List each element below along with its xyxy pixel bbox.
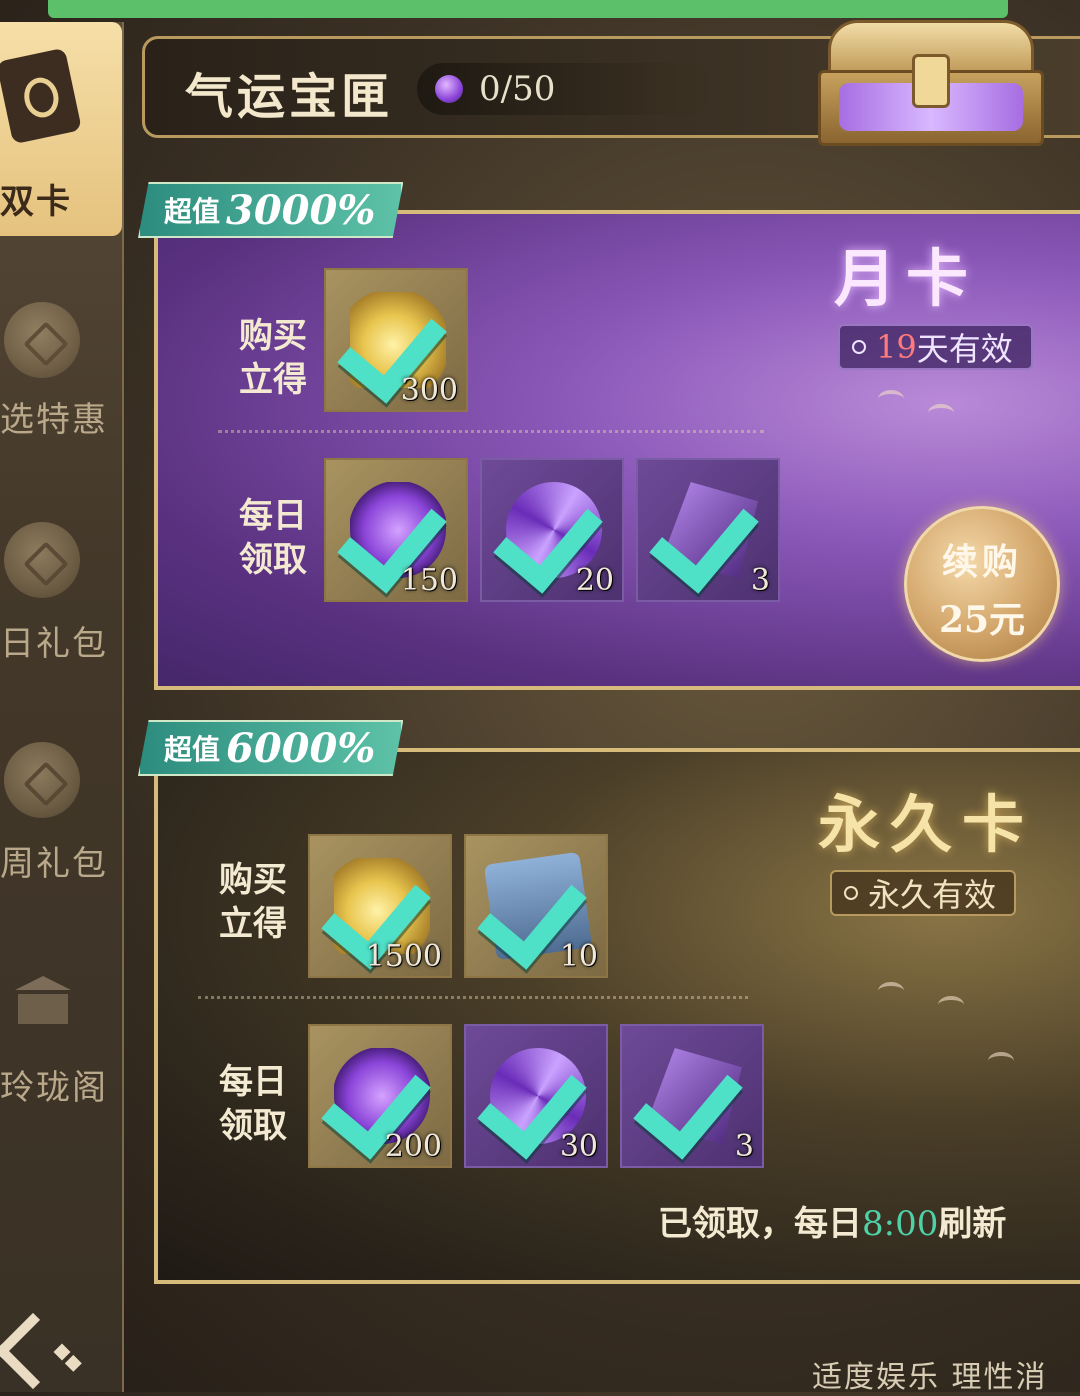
coin-bag-icon — [4, 742, 80, 818]
validity-days: 19 — [876, 328, 917, 366]
card-icon — [0, 47, 82, 145]
permanent-card-panel: 超值 6000% 永久卡 永久有效 购买 立得 1500 10 每日 领取 20… — [138, 720, 1080, 1284]
reward-slot[interactable]: 200 — [308, 1024, 452, 1168]
purple-gem-icon — [435, 75, 463, 103]
value-badge: 超值 3000% — [138, 182, 404, 238]
reward-qty: 150 — [400, 563, 458, 598]
sidebar-item-label: 周礼包 — [0, 844, 108, 884]
sidebar-item-weekly-pack[interactable]: 周礼包 — [0, 712, 122, 912]
divider — [218, 430, 764, 433]
reward-slot[interactable]: 20 — [480, 458, 624, 602]
label-line: 领取 — [219, 1106, 287, 1146]
treasure-chest-icon[interactable] — [818, 14, 1044, 146]
renew-button[interactable]: 续购 25元 — [904, 506, 1060, 662]
reward-qty: 300 — [400, 373, 458, 408]
health-gaming-notice: 适度娱乐 理性消 — [812, 1360, 1048, 1395]
badge-value: 3000% — [226, 186, 376, 234]
refresh-time: 8:00 — [862, 1204, 939, 1244]
sidebar-item-label: 玲珑阁 — [0, 1068, 108, 1108]
sidebar: 双卡 选特惠 日礼包 周礼包 玲珑阁 — [0, 22, 124, 1392]
label-line: 领取 — [239, 540, 307, 580]
reward-slot[interactable]: 150 — [324, 458, 468, 602]
swallow-decoration — [878, 982, 904, 1000]
reward-qty: 1500 — [365, 939, 442, 974]
gem-counter: 0/50 — [417, 63, 717, 115]
reward-qty: 30 — [559, 1129, 598, 1164]
sidebar-item-label: 选特惠 — [0, 400, 108, 440]
reward-qty: 3 — [750, 563, 770, 598]
reward-qty: 3 — [734, 1129, 754, 1164]
reward-slot[interactable]: 30 — [464, 1024, 608, 1168]
validity-text: 永久有效 — [868, 876, 997, 914]
coin-bag-icon — [4, 302, 80, 378]
chest-lock — [912, 54, 950, 108]
claimed-prefix: 已领取，每日 — [658, 1204, 862, 1244]
label-line: 立得 — [239, 360, 307, 400]
reward-qty: 20 — [575, 563, 614, 598]
reward-slot[interactable]: 3 — [620, 1024, 764, 1168]
value-badge: 超值 6000% — [138, 720, 404, 776]
sidebar-item-label: 日礼包 — [0, 624, 108, 664]
sidebar-item-dual-card[interactable]: 双卡 — [0, 22, 122, 236]
validity-tag: 永久有效 — [830, 870, 1017, 916]
validity-suffix: 天有效 — [916, 330, 1013, 368]
claimed-suffix: 刷新 — [938, 1204, 1007, 1244]
reward-slot[interactable]: 300 — [324, 268, 468, 412]
swallow-decoration — [988, 1052, 1014, 1070]
pavilion-icon — [8, 966, 78, 1026]
label-line: 购买 — [239, 316, 307, 356]
divider — [198, 996, 748, 999]
page-title: 气运宝匣 — [185, 69, 394, 125]
month-card-panel: 超值 3000% 月卡 19 天有效 购买 立得 300 每日 领取 150 20… — [138, 182, 1080, 690]
reward-slot[interactable]: 3 — [636, 458, 780, 602]
card-title: 月卡 — [834, 242, 979, 315]
back-button[interactable] — [0, 1312, 90, 1392]
renew-price: 25元 — [938, 599, 1026, 641]
card-title: 永久卡 — [818, 788, 1035, 861]
coin-bag-icon — [4, 522, 80, 598]
swallow-decoration — [878, 390, 904, 408]
label-line: 购买 — [219, 860, 287, 900]
reward-slot[interactable]: 1500 — [308, 834, 452, 978]
renew-label: 续购 — [941, 541, 1022, 583]
label-line: 立得 — [219, 904, 287, 944]
sidebar-item-daily-pack[interactable]: 日礼包 — [0, 492, 122, 692]
reward-qty: 10 — [559, 939, 598, 974]
reward-qty: 200 — [384, 1129, 442, 1164]
badge-prefix: 超值 — [164, 733, 221, 766]
sidebar-item-label: 双卡 — [0, 182, 72, 222]
buy-instant-label: 购买 立得 — [208, 858, 298, 946]
reward-slot[interactable]: 10 — [464, 834, 608, 978]
sidebar-item-linglong-pavilion[interactable]: 玲珑阁 — [0, 932, 122, 1132]
sidebar-item-selected-deals[interactable]: 选特惠 — [0, 272, 122, 472]
label-line: 每日 — [219, 1062, 287, 1102]
badge-prefix: 超值 — [164, 195, 221, 228]
buy-instant-label: 购买 立得 — [228, 314, 318, 402]
badge-value: 6000% — [226, 724, 376, 772]
label-line: 每日 — [239, 496, 307, 536]
daily-claim-label: 每日 领取 — [208, 1060, 298, 1148]
gem-count: 0/50 — [479, 69, 556, 109]
daily-claim-label: 每日 领取 — [228, 494, 318, 582]
swallow-decoration — [928, 404, 954, 422]
swallow-decoration — [938, 996, 964, 1014]
validity-tag: 19 天有效 — [838, 324, 1033, 370]
claimed-status: 已领取，每日8:00刷新 — [658, 1196, 1006, 1245]
